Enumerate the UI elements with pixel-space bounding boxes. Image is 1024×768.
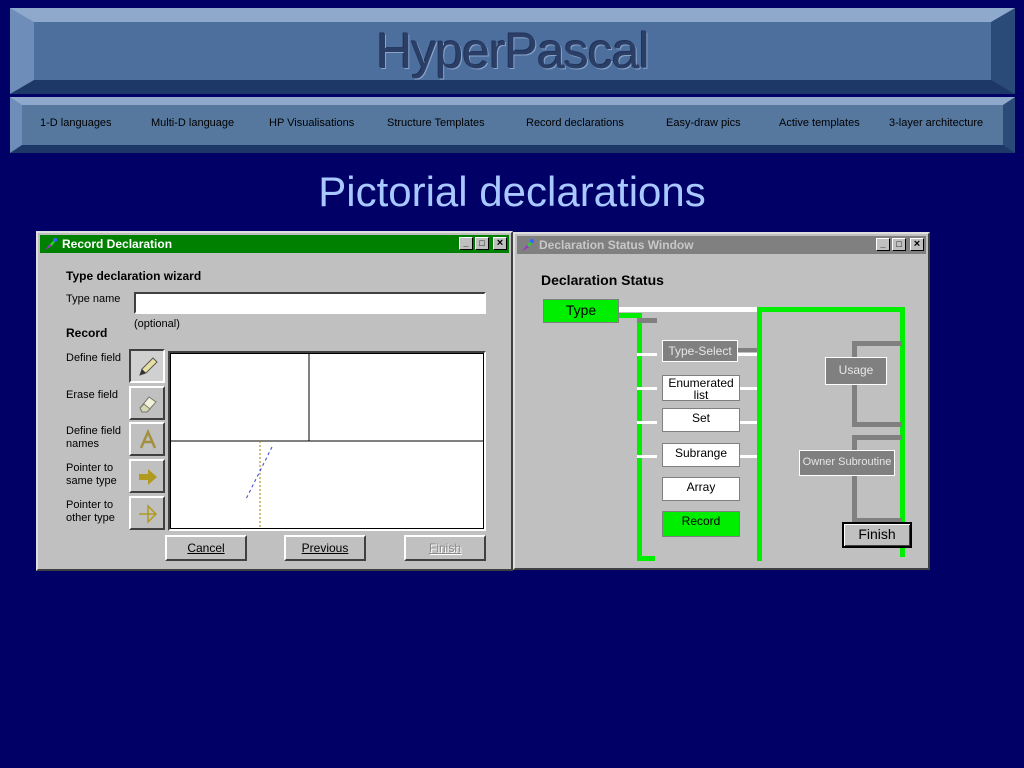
branch-line-array-right: [737, 455, 757, 458]
branch-line-subrange-right: [737, 421, 757, 424]
branch-line-array: [637, 455, 657, 458]
enumerated-list-node[interactable]: Enumerated list: [662, 375, 740, 401]
nav-bar: 1-D languages Multi-D language HP Visual…: [10, 97, 1015, 153]
owner-bracket-vertical: [852, 435, 857, 523]
status-heading: Declaration Status: [541, 272, 664, 288]
left-green-rail: [637, 313, 642, 561]
set-node[interactable]: Set: [662, 408, 740, 432]
wizard-heading: Type declaration wizard: [66, 269, 202, 283]
record-window-titlebar[interactable]: Record Declaration _ □ ×: [40, 235, 509, 253]
record-window-title: Record Declaration: [62, 237, 173, 251]
define-field-tool[interactable]: [129, 349, 165, 383]
app-icon: [522, 239, 534, 251]
status-window-client: Declaration Status Type Type-Select Enum…: [519, 257, 924, 564]
tool-label-pointer-other-type: Pointer to other type: [66, 499, 115, 524]
maximize-button[interactable]: □: [475, 237, 489, 250]
branch-line-enumerated-right: [737, 353, 757, 356]
arrow-outline-icon: [139, 504, 158, 524]
type-name-input[interactable]: [134, 292, 486, 314]
type-link-line: [619, 307, 757, 312]
pointer-same-type-tool[interactable]: [129, 459, 165, 493]
tool-label-pointer-same-type: Pointer to same type: [66, 462, 117, 487]
type-node[interactable]: Type: [543, 299, 619, 323]
cancel-button[interactable]: Cancel: [165, 535, 247, 561]
tool-label-define-field-names: Define field names: [66, 425, 122, 450]
pointer-other-type-tool[interactable]: [129, 496, 165, 530]
arrow-filled-icon: [139, 469, 157, 485]
subrange-node[interactable]: Subrange: [662, 443, 740, 467]
record-window-client: Type declaration wizard Type name (optio…: [44, 255, 505, 565]
nav-multi-d-language[interactable]: Multi-D language: [151, 117, 234, 129]
branch-line-typeselect-right: [737, 348, 757, 352]
bottom-green-link: [637, 556, 655, 561]
usage-bracket-top: [852, 341, 902, 346]
page-heading: Pictorial declarations: [318, 168, 706, 215]
branch-line-set: [637, 387, 657, 390]
nav-record-declarations[interactable]: Record declarations: [526, 117, 624, 129]
minimize-button[interactable]: _: [876, 238, 890, 251]
define-field-names-tool[interactable]: [129, 422, 165, 456]
app-icon: [45, 238, 57, 250]
previous-button[interactable]: Previous: [284, 535, 366, 561]
pencil-icon: [139, 357, 158, 376]
nav-3-layer-architecture[interactable]: 3-layer architecture: [889, 117, 983, 129]
record-declaration-window: Record Declaration _ □ × Type declaratio…: [36, 231, 513, 571]
declaration-status-window: Declaration Status Window _ □ × Declarat…: [513, 232, 930, 570]
minimize-button[interactable]: _: [459, 237, 473, 250]
optional-note: (optional): [134, 318, 180, 330]
cancel-label: Cancel: [187, 541, 225, 555]
banner-title: HyperPascal: [376, 23, 649, 79]
branch-line-set-right: [737, 387, 757, 390]
type-name-label: Type name: [66, 293, 121, 305]
eraser-icon: [139, 396, 157, 413]
usage-node[interactable]: Usage: [825, 357, 887, 385]
letter-a-icon: [139, 429, 157, 449]
branch-line-enumerated: [637, 353, 657, 356]
nav-active-templates[interactable]: Active templates: [779, 117, 860, 129]
nav-structure-templates[interactable]: Structure Templates: [387, 117, 485, 129]
title-banner: HyperPascal: [10, 8, 1015, 94]
type-select-node[interactable]: Type-Select: [662, 340, 738, 362]
status-window-titlebar[interactable]: Declaration Status Window _ □ ×: [517, 236, 926, 254]
owner-bracket-top: [852, 435, 902, 440]
branch-line-typeselect: [637, 318, 657, 323]
middle-green-rail: [757, 307, 762, 561]
erase-field-tool[interactable]: [129, 386, 165, 420]
close-button[interactable]: ×: [493, 237, 507, 250]
tool-label-define-field: Define field: [66, 352, 122, 364]
close-button[interactable]: ×: [910, 238, 924, 251]
record-heading: Record: [66, 326, 108, 340]
maximize-button[interactable]: □: [892, 238, 906, 251]
owner-subroutine-node[interactable]: Owner Subroutine: [799, 450, 895, 476]
nav-easy-draw-pics[interactable]: Easy-draw pics: [666, 117, 741, 129]
finish-button-disabled[interactable]: Finish: [404, 535, 486, 561]
status-window-title: Declaration Status Window: [539, 238, 694, 252]
top-green-line: [757, 307, 905, 312]
record-drawing-canvas[interactable]: [168, 351, 486, 531]
status-finish-button[interactable]: Finish: [842, 522, 912, 548]
record-node[interactable]: Record: [662, 511, 740, 537]
record-layout-drawing: [170, 353, 484, 529]
tool-label-erase-field: Erase field: [66, 389, 118, 401]
usage-bracket-bottom: [852, 422, 902, 427]
nav-hp-visualisations[interactable]: HP Visualisations: [269, 117, 354, 129]
branch-line-subrange: [637, 421, 657, 424]
previous-label: Previous: [301, 541, 349, 555]
array-node[interactable]: Array: [662, 477, 740, 501]
nav-1d-languages[interactable]: 1-D languages: [40, 117, 112, 129]
finish-disabled-label: Finish: [428, 541, 461, 555]
